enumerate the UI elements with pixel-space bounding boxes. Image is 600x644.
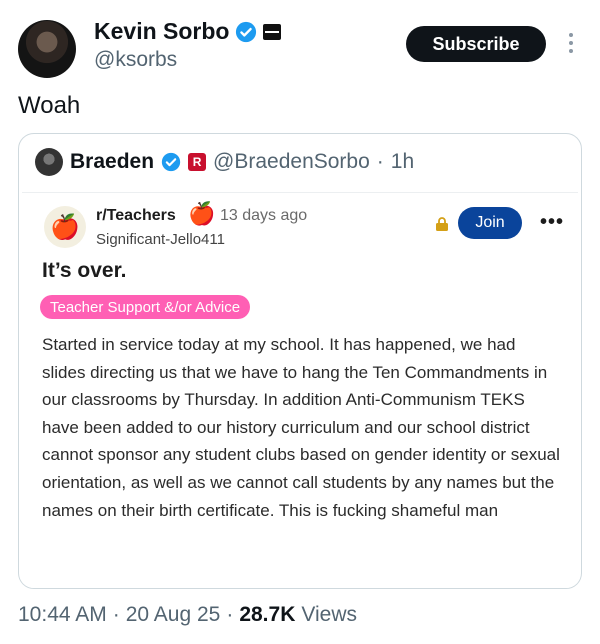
- post-username: Significant-Jello411: [96, 231, 225, 248]
- separator-dot: ·: [112, 603, 120, 626]
- tweet-date[interactable]: 20 Aug 25: [126, 603, 221, 627]
- post-more-icon: •••: [540, 211, 565, 233]
- reddit-post-image: 🍎 r/Teachers 🍎 13 days ago Significant-J…: [22, 192, 578, 588]
- verified-badge-icon: [236, 21, 257, 42]
- quote-time: 1h: [390, 150, 415, 173]
- post-body: Started in service today at my school. I…: [42, 335, 560, 520]
- quote-author-name: Braeden: [70, 150, 155, 173]
- post-flair: Teacher Support &/or Advice: [40, 295, 251, 319]
- author-handle[interactable]: @ksorbs: [94, 48, 177, 72]
- subreddit-name: r/Teachers: [96, 207, 176, 224]
- subreddit-icon: 🍎: [44, 206, 86, 248]
- post-age: 13 days ago: [220, 207, 308, 224]
- views-label[interactable]: Views: [301, 603, 357, 627]
- join-button: Join: [458, 207, 522, 239]
- affiliate-badge-icon: R: [188, 153, 207, 171]
- avatar[interactable]: [18, 20, 76, 78]
- quote-header: Braeden R @BraedenSorbo · 1h: [35, 148, 414, 176]
- apple-icon: 🍎: [188, 201, 216, 226]
- views-count[interactable]: 28.7K: [239, 603, 295, 627]
- author-name-row: Kevin Sorbo: [94, 18, 282, 45]
- author-name[interactable]: Kevin Sorbo: [94, 18, 229, 45]
- subscribe-button[interactable]: Subscribe: [406, 26, 546, 62]
- quote-handle: @BraedenSorbo: [213, 150, 370, 173]
- quoted-tweet[interactable]: Braeden R @BraedenSorbo · 1h 🍎 r/Teacher…: [18, 133, 582, 589]
- lock-icon: [436, 217, 448, 231]
- tweet-text: Woah: [18, 92, 81, 119]
- verified-badge-icon: [161, 152, 181, 172]
- post-title: It’s over.: [42, 259, 127, 282]
- flag-icon: [263, 23, 282, 40]
- separator-dot: ·: [376, 150, 384, 173]
- quote-avatar: [35, 148, 63, 176]
- more-icon[interactable]: [563, 28, 579, 58]
- separator-dot: ·: [226, 603, 234, 626]
- tweet-header: Kevin Sorbo @ksorbs Subscribe: [18, 14, 588, 80]
- tweet-meta: 10:44 AM · 20 Aug 25 · 28.7K Views: [18, 603, 357, 627]
- tweet-time[interactable]: 10:44 AM: [18, 603, 107, 627]
